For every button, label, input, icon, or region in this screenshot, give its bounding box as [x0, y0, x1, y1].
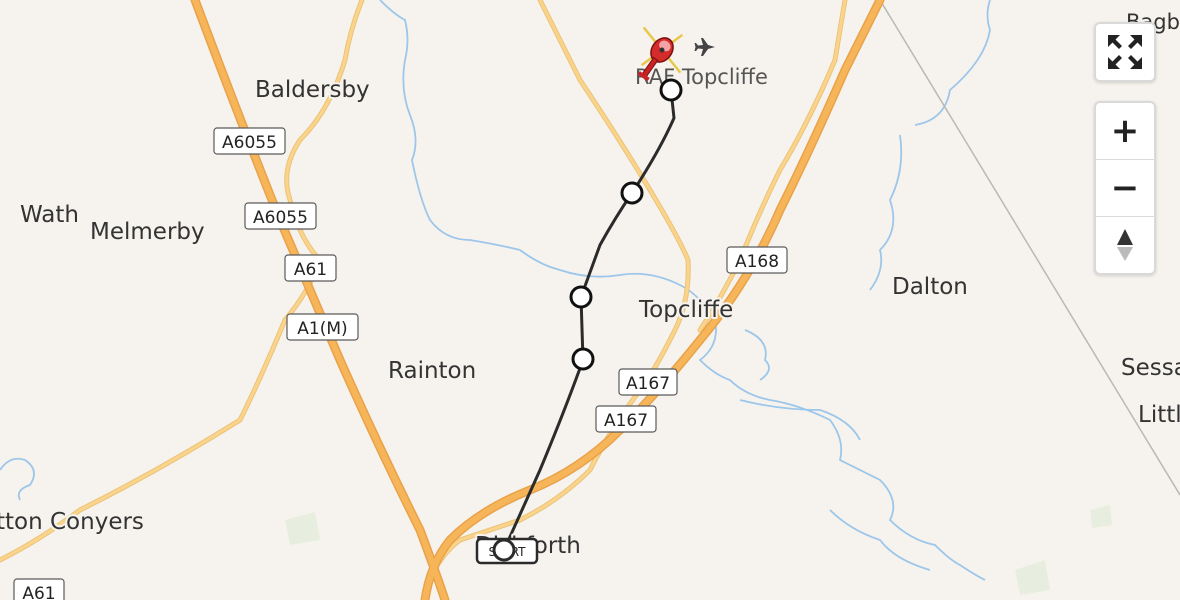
zoom-control: + −	[1094, 101, 1156, 275]
shield-a168: A168	[726, 246, 788, 274]
fullscreen-button[interactable]	[1096, 24, 1154, 80]
shield-a61-2: A61	[13, 578, 65, 600]
svg-text:A168: A168	[735, 252, 779, 272]
zoom-in-button[interactable]: +	[1096, 103, 1154, 159]
place-topcliffe: Topcliffe	[638, 297, 733, 323]
place-dalton: Dalton	[892, 274, 968, 300]
shield-a6055-2: A6055	[244, 202, 317, 230]
place-rainton: Rainton	[388, 358, 476, 384]
zoom-out-icon: −	[1110, 168, 1140, 208]
svg-text:A61: A61	[294, 260, 327, 280]
waypoint-marker[interactable]	[571, 347, 595, 371]
start-marker[interactable]: START	[475, 537, 539, 565]
place-raf-topcliffe: RAF Topcliffe	[635, 65, 768, 89]
shield-a6055-1: A6055	[213, 127, 286, 155]
fullscreen-icon	[1108, 35, 1142, 69]
compass-icon	[1117, 229, 1133, 261]
waypoint-marker[interactable]	[659, 78, 683, 102]
svg-text:A6055: A6055	[253, 208, 308, 228]
waypoint-marker[interactable]	[620, 181, 644, 205]
place-little: Littl	[1138, 402, 1180, 428]
place-wath: Wath	[20, 202, 79, 228]
shield-a1m: A1(M)	[286, 313, 359, 341]
reset-north-button[interactable]	[1096, 216, 1154, 273]
shield-a167-2: A167	[595, 405, 657, 433]
place-melmerby: Melmerby	[90, 219, 205, 245]
place-sessay: Sessa	[1121, 355, 1180, 381]
svg-text:A61: A61	[22, 584, 55, 600]
zoom-out-button[interactable]: −	[1096, 159, 1154, 216]
waypoint-marker[interactable]	[569, 285, 593, 309]
place-baldersby: Baldersby	[255, 77, 370, 103]
svg-text:A167: A167	[626, 374, 670, 394]
map-canvas[interactable]: Baldersby Wath Melmerby Rainton Topcliff…	[0, 0, 1180, 600]
shield-a61-1: A61	[284, 254, 337, 282]
svg-text:A6055: A6055	[222, 133, 277, 153]
svg-text:A1(M): A1(M)	[297, 319, 347, 339]
place-sutton-conyers: tton Conyers	[0, 509, 144, 535]
zoom-in-icon: +	[1110, 111, 1140, 151]
svg-text:A167: A167	[604, 411, 648, 431]
fullscreen-control	[1094, 22, 1156, 82]
shield-a167-1: A167	[618, 368, 678, 396]
